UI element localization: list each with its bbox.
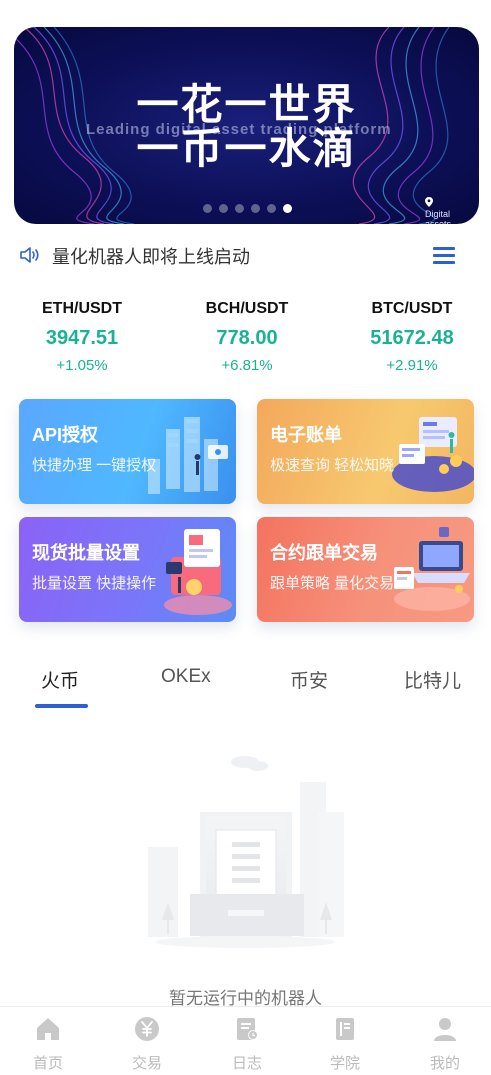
menu-icon[interactable] [433,247,455,265]
bottom-navigation: 首页 交易 日志 学院 我的 [0,1006,491,1075]
home-icon [37,1018,59,1040]
card-title: 合约跟单交易 [270,543,378,563]
tab-huobi[interactable]: 火币 [41,666,79,693]
nav-item-mine[interactable]: 我的 [415,1015,475,1073]
banner-dot[interactable] [267,204,276,213]
banner-dot[interactable] [235,204,244,213]
tab-binance[interactable]: 币安 [290,666,328,693]
banner-pagination[interactable] [203,204,292,213]
tab-okex[interactable]: OKEx [161,666,211,688]
log-icon [237,1018,258,1040]
user-icon [434,1018,456,1041]
card-subtitle: 极速查询 轻松知晓 [270,457,395,474]
nav-label: 我的 [429,1055,460,1072]
ticker-change: +1.05% [56,357,108,374]
spot-batch-settings-card[interactable]: 现货批量设置 批量设置 快捷操作 [19,517,236,622]
banner-dot-active[interactable] [283,204,292,213]
nav-label: 学院 [329,1055,360,1072]
ticker-change: +6.81% [221,357,273,374]
notice-text: 量化机器人即将上线启动 [52,247,250,267]
notice-bar[interactable]: 量化机器人即将上线启动 [0,236,491,276]
ticker-price: 778.00 [216,327,278,349]
card-title: API授权 [32,425,99,445]
contract-copy-trading-card[interactable]: 合约跟单交易 跟单策略 量化交易 [257,517,474,622]
ticker-pair: ETH/USDT [42,300,122,317]
card-subtitle: 跟单策略 量化交易 [270,575,395,592]
nav-item-academy[interactable]: 学院 [315,1015,375,1073]
empty-state-illustration [148,756,344,948]
ticker-bch[interactable]: BCH/USDT 778.00 +6.81% [182,298,312,377]
ticker-eth[interactable]: ETH/USDT 3947.51 +1.05% [17,298,147,377]
yen-coin-icon [135,1017,159,1041]
api-authorization-card[interactable]: API授权 快捷办理 一键授权 [19,399,236,504]
dashboard-illustration [392,417,474,492]
ticker-btc[interactable]: BTC/USDT 51672.48 +2.91% [347,298,477,377]
nav-item-trade[interactable]: 交易 [117,1015,177,1073]
nav-label: 首页 [32,1055,63,1072]
banner-title: 一花一世界 一币一水滴 [14,83,479,171]
promo-banner[interactable]: Leading digital asset trading platform 一… [14,27,479,224]
banner-tag: Digital assets [425,197,465,224]
server-blocks-illustration [148,417,228,494]
card-title: 现货批量设置 [32,543,140,563]
exchange-tabs: 火币 OKEx 币安 比特儿 [0,660,491,710]
location-pin-icon [425,197,433,207]
banner-dot[interactable] [251,204,260,213]
market-tickers: ETH/USDT 3947.51 +1.05% BCH/USDT 778.00 … [0,298,491,380]
ticker-change: +2.91% [386,357,438,374]
card-title: 电子账单 [270,425,342,445]
ticker-price: 51672.48 [370,327,454,349]
ticker-pair: BTC/USDT [371,300,453,317]
banner-title-line1: 一花一世界 [136,80,357,129]
nav-label: 交易 [131,1055,162,1072]
speaker-icon [20,247,39,263]
active-tab-indicator [35,704,88,708]
trading-board-illustration [164,529,232,615]
nav-item-home[interactable]: 首页 [18,1015,78,1073]
e-bill-card[interactable]: 电子账单 极速查询 轻松知晓 [257,399,474,504]
laptop-illustration [394,527,470,611]
banner-title-line2: 一币一水滴 [136,124,357,173]
ticker-pair: BCH/USDT [205,300,289,317]
banner-dot[interactable] [219,204,228,213]
book-icon [336,1018,354,1040]
nav-label: 日志 [231,1055,262,1072]
card-subtitle: 批量设置 快捷操作 [32,575,157,592]
card-subtitle: 快捷办理 一键授权 [32,457,157,474]
ticker-price: 3947.51 [45,327,119,349]
tab-gate[interactable]: 比特儿 [404,666,461,693]
banner-tag-text: Digital assets [425,209,452,224]
banner-dot[interactable] [203,204,212,213]
nav-item-log[interactable]: 日志 [217,1015,277,1073]
